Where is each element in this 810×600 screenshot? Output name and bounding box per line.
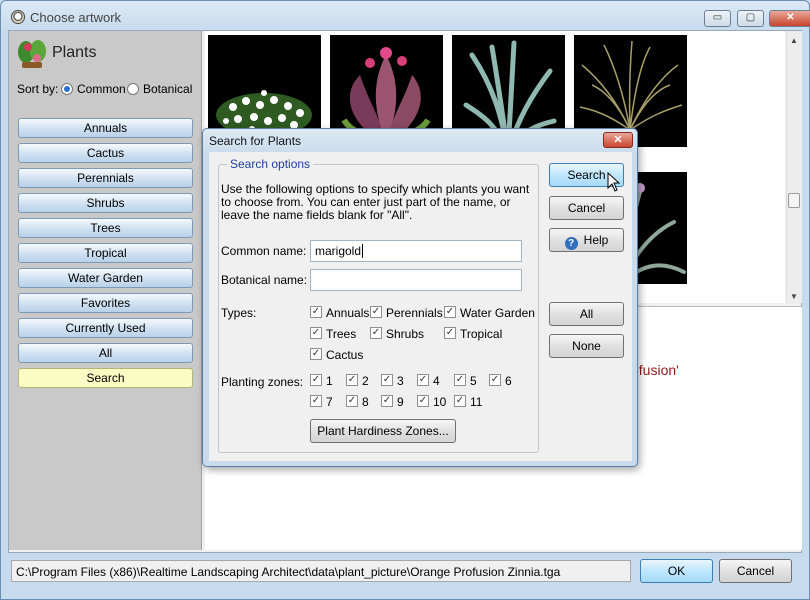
sort-by-label: Sort by: — [17, 82, 59, 96]
help-label: Help — [583, 233, 609, 247]
type-water-garden-checkbox[interactable]: ✓ — [444, 306, 456, 318]
minimize-button[interactable]: ▭ — [704, 10, 731, 27]
sort-common-label[interactable]: Common — [77, 82, 126, 96]
select-all-button[interactable]: All — [549, 302, 624, 326]
help-button[interactable]: ? Help — [549, 228, 624, 252]
sort-common-radio[interactable] — [61, 83, 73, 95]
sort-botanical-label[interactable]: Botanical — [143, 82, 192, 96]
planting-zones-label: Planting zones: — [221, 375, 304, 389]
category-shrubs-button[interactable]: Shrubs — [18, 193, 193, 213]
scrollbar-thumb[interactable] — [788, 193, 800, 208]
dialog-close-icon[interactable]: ✕ — [603, 132, 633, 148]
common-name-label: Common name: — [221, 244, 307, 258]
type-trees-label[interactable]: Trees — [326, 327, 356, 341]
zone-4-checkbox[interactable]: ✓ — [417, 374, 429, 386]
type-tropical-checkbox[interactable]: ✓ — [444, 327, 456, 339]
category-cactus-button[interactable]: Cactus — [18, 143, 193, 163]
type-tropical-label[interactable]: Tropical — [460, 327, 502, 341]
category-water-garden-button[interactable]: Water Garden — [18, 268, 193, 288]
window-close-button[interactable]: ✕ — [769, 10, 810, 27]
type-perennials-label[interactable]: Perennials — [386, 306, 443, 320]
zone-3-label[interactable]: 3 — [397, 374, 404, 388]
zone-11-checkbox[interactable]: ✓ — [454, 395, 466, 407]
mouse-pointer-icon — [607, 172, 621, 192]
thumbnail-scrollbar[interactable] — [786, 31, 802, 303]
type-shrubs-label[interactable]: Shrubs — [386, 327, 424, 341]
cancel-button[interactable]: Cancel — [719, 559, 792, 583]
category-trees-button[interactable]: Trees — [18, 218, 193, 238]
help-icon: ? — [564, 237, 578, 250]
zone-9-checkbox[interactable]: ✓ — [381, 395, 393, 407]
panel-title: Plants — [52, 44, 97, 61]
type-annuals-label[interactable]: Annuals — [326, 306, 369, 320]
category-search-button[interactable]: Search — [18, 368, 193, 388]
plant-hardiness-zones-button[interactable]: Plant Hardiness Zones... — [310, 419, 456, 443]
search-description: Use the following options to specify whi… — [221, 182, 530, 222]
plants-logo-icon — [18, 40, 46, 68]
botanical-name-label: Botanical name: — [221, 273, 308, 287]
category-annuals-button[interactable]: Annuals — [18, 118, 193, 138]
zone-8-checkbox[interactable]: ✓ — [346, 395, 358, 407]
window-title: Choose artwork — [30, 10, 122, 25]
ok-button[interactable]: OK — [640, 559, 713, 583]
zone-10-checkbox[interactable]: ✓ — [417, 395, 429, 407]
category-perennials-button[interactable]: Perennials — [18, 168, 193, 188]
zone-5-label[interactable]: 5 — [470, 374, 477, 388]
zone-9-label[interactable]: 9 — [397, 395, 404, 409]
scroll-up-icon[interactable]: ▲ — [790, 36, 798, 45]
zone-6-label[interactable]: 6 — [505, 374, 512, 388]
type-water-garden-label[interactable]: Water Garden — [460, 306, 535, 320]
type-shrubs-checkbox[interactable]: ✓ — [370, 327, 382, 339]
zone-6-checkbox[interactable]: ✓ — [489, 374, 501, 386]
types-label: Types: — [221, 306, 257, 320]
dialog-title: Search for Plants — [209, 134, 302, 148]
scroll-down-icon[interactable]: ▼ — [790, 292, 798, 301]
zone-1-checkbox[interactable]: ✓ — [310, 374, 322, 386]
type-trees-checkbox[interactable]: ✓ — [310, 327, 322, 339]
category-all-button[interactable]: All — [18, 343, 193, 363]
zone-3-checkbox[interactable]: ✓ — [381, 374, 393, 386]
category-tropical-button[interactable]: Tropical — [18, 243, 193, 263]
common-name-value: marigold — [315, 244, 362, 258]
zone-11-label[interactable]: 11 — [470, 395, 482, 409]
zone-7-label[interactable]: 7 — [326, 395, 333, 409]
zone-1-label[interactable]: 1 — [326, 374, 333, 388]
sort-botanical-radio[interactable] — [127, 83, 139, 95]
text-cursor — [362, 244, 364, 258]
zone-4-label[interactable]: 4 — [433, 374, 440, 388]
zone-2-checkbox[interactable]: ✓ — [346, 374, 358, 386]
type-annuals-checkbox[interactable]: ✓ — [310, 306, 322, 318]
type-cactus-label[interactable]: Cactus — [326, 348, 363, 362]
dialog-cancel-button[interactable]: Cancel — [549, 196, 624, 220]
plant-detail-name: ofusion' — [631, 362, 679, 378]
type-perennials-checkbox[interactable]: ✓ — [370, 306, 382, 318]
file-path-field: C:\Program Files (x86)\Realtime Landscap… — [11, 560, 631, 582]
maximize-button[interactable]: ▢ — [737, 10, 764, 27]
category-favorites-button[interactable]: Favorites — [18, 293, 193, 313]
zone-10-label[interactable]: 10 — [433, 395, 446, 409]
zone-8-label[interactable]: 8 — [362, 395, 369, 409]
zone-2-label[interactable]: 2 — [362, 374, 369, 388]
select-none-button[interactable]: None — [549, 334, 624, 358]
botanical-name-input[interactable] — [310, 269, 522, 291]
zone-5-checkbox[interactable]: ✓ — [454, 374, 466, 386]
category-currently-used-button[interactable]: Currently Used — [18, 318, 193, 338]
app-icon — [11, 10, 25, 24]
search-options-label: Search options — [227, 157, 314, 171]
category-panel — [9, 31, 202, 550]
common-name-input[interactable]: marigold — [310, 240, 522, 262]
zone-7-checkbox[interactable]: ✓ — [310, 395, 322, 407]
type-cactus-checkbox[interactable]: ✓ — [310, 348, 322, 360]
